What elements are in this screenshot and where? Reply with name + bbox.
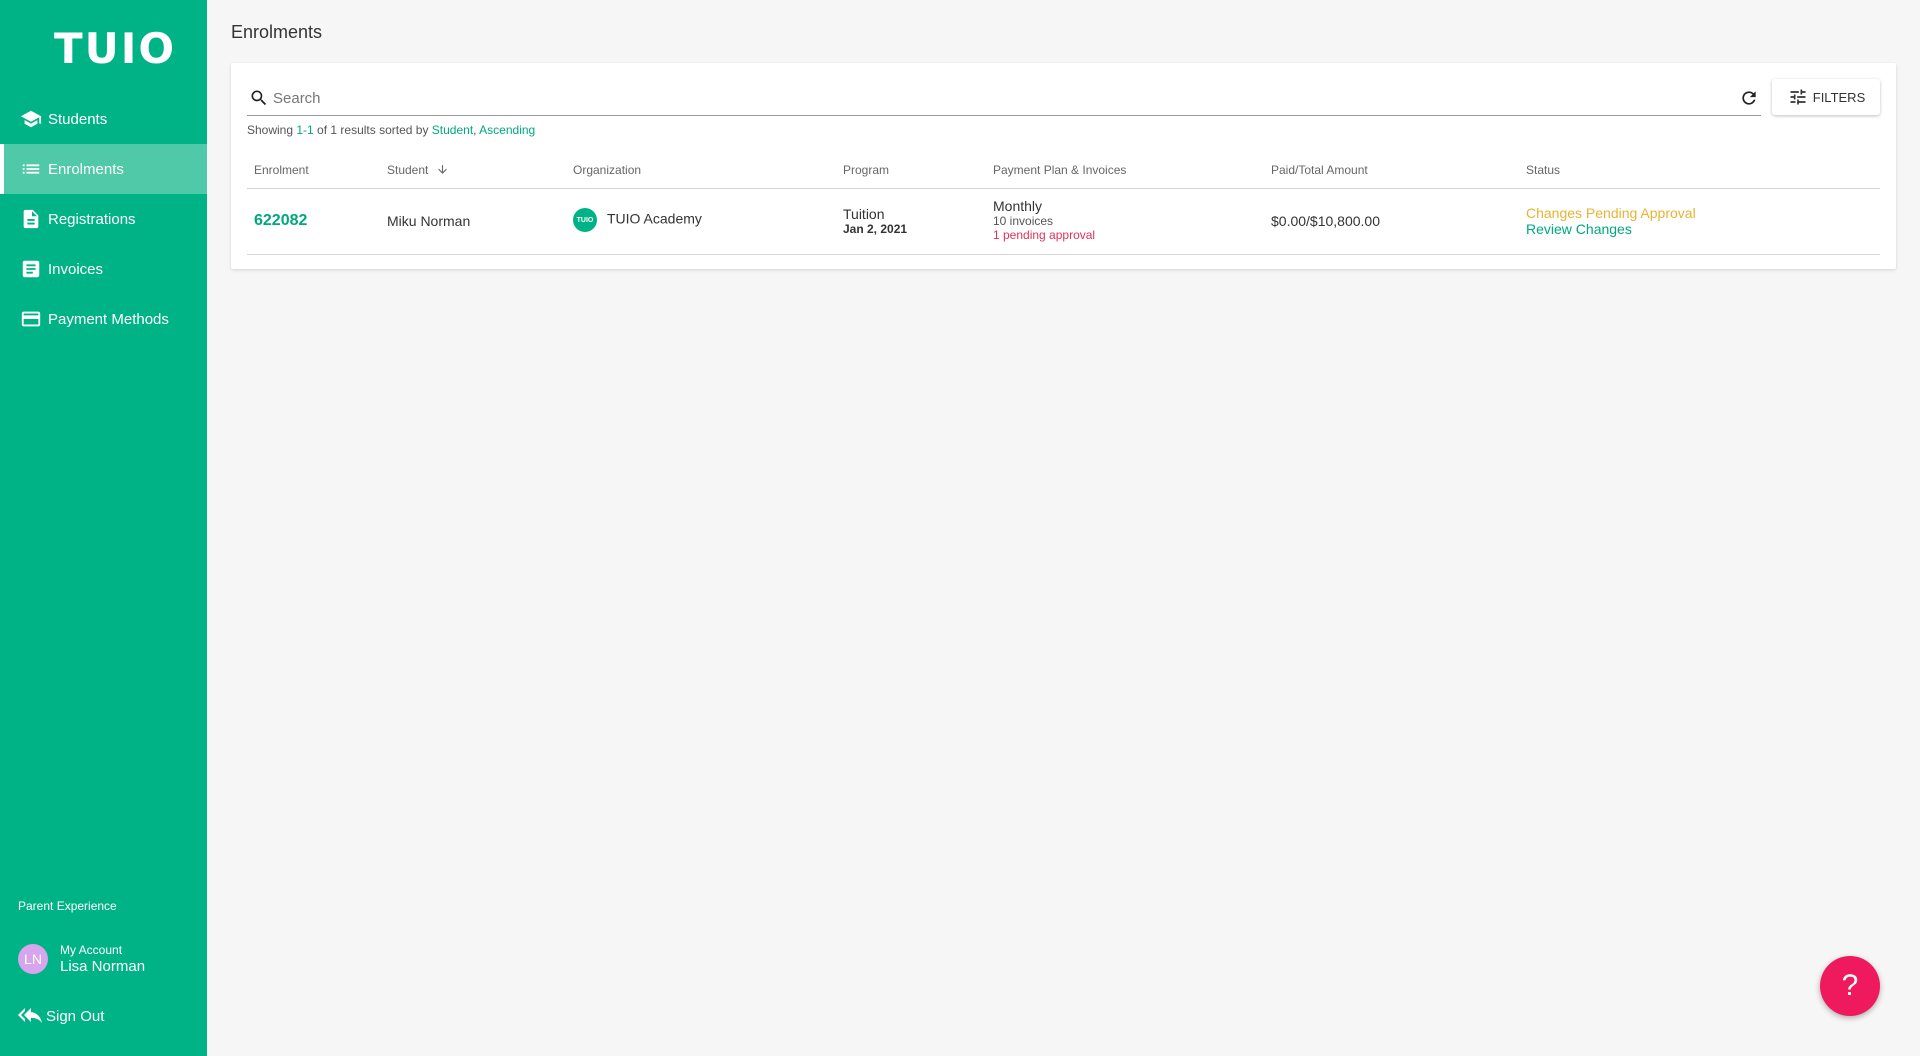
reply-all-icon <box>18 1008 42 1023</box>
sidebar-item-students[interactable]: Students <box>0 94 207 144</box>
program-date: Jan 2, 2021 <box>843 222 908 236</box>
tune-icon <box>1790 89 1806 105</box>
header-organization[interactable]: Organization <box>573 163 641 177</box>
invoice-icon <box>22 260 40 278</box>
my-account[interactable]: LN My Account Lisa Norman <box>18 942 145 976</box>
plan-name: Monthly <box>993 198 1043 214</box>
pending-approval: 1 pending approval <box>993 228 1096 242</box>
table-row[interactable]: 622082 Miku Norman TUIO TUIO Academy Tuit… <box>247 189 1880 255</box>
sidebar-item-enrolments[interactable]: Enrolments <box>0 144 207 194</box>
arrow-down-icon <box>437 165 447 174</box>
header-student[interactable]: Student <box>387 163 449 177</box>
sign-out-label: Sign Out <box>46 1007 105 1025</box>
sidebar-item-label: Invoices <box>48 260 104 278</box>
summary-range: 1-1 <box>296 123 314 137</box>
refresh-icon[interactable] <box>1739 88 1759 108</box>
sign-out-button[interactable]: Sign Out <box>18 1006 104 1026</box>
search-icon <box>251 90 267 106</box>
summary-sort-field[interactable]: Student <box>432 123 473 137</box>
program-name: Tuition <box>843 206 885 222</box>
review-changes-link[interactable]: Review Changes <box>1526 221 1696 237</box>
status-cell: Changes Pending Approval Review Changes <box>1526 205 1696 237</box>
filters-button[interactable]: FILTERS <box>1772 79 1880 115</box>
sidebar-item-label: Payment Methods <box>48 310 169 328</box>
list-icon <box>22 164 40 174</box>
summary-sort-order[interactable]: Ascending <box>479 123 535 137</box>
sidebar-item-payment-methods[interactable]: Payment Methods <box>0 294 207 344</box>
sidebar: TUIO Students Enrolments Registrations I… <box>0 0 207 1056</box>
payment-plan-cell: Monthly 10 invoices 1 pending approval <box>993 198 1095 242</box>
organization-cell: TUIO TUIO Academy <box>573 208 702 232</box>
sidebar-item-registrations[interactable]: Registrations <box>0 194 207 244</box>
search-input[interactable] <box>271 88 1737 108</box>
summary-prefix: Showing <box>247 123 297 137</box>
help-button[interactable]: ? <box>1820 956 1880 1016</box>
program-cell: Tuition Jan 2, 2021 <box>843 206 907 236</box>
search-bar <box>247 81 1761 116</box>
enrolment-id-link[interactable]: 622082 <box>254 212 307 230</box>
graduation-cap-icon <box>20 110 42 128</box>
header-status[interactable]: Status <box>1526 163 1560 177</box>
status-badge: Changes Pending Approval <box>1526 205 1696 221</box>
account-label: My Account <box>60 943 123 957</box>
filters-label: FILTERS <box>1812 89 1866 105</box>
organization-logo: TUIO <box>573 208 597 232</box>
summary-middle: of 1 results sorted by <box>313 123 432 137</box>
header-paid-total[interactable]: Paid/Total Amount <box>1271 163 1368 177</box>
sidebar-nav: Students Enrolments Registrations Invoic… <box>0 94 207 344</box>
sidebar-item-label: Enrolments <box>48 160 124 178</box>
avatar: LN <box>18 944 48 974</box>
results-summary: Showing 1-1 of 1 results sorted by Stude… <box>247 123 535 137</box>
invoice-count: 10 invoices <box>993 214 1054 228</box>
header-program[interactable]: Program <box>843 163 889 177</box>
tuio-logo[interactable]: TUIO <box>54 24 176 73</box>
header-payment-plan[interactable]: Payment Plan & Invoices <box>993 163 1126 177</box>
parent-experience-label: Parent Experience <box>18 899 117 913</box>
table-header: Enrolment Student Organization Program P… <box>247 151 1880 189</box>
header-student-label: Student <box>387 163 429 177</box>
sidebar-item-label: Students <box>48 110 108 128</box>
paid-total-amount: $0.00/$10,800.00 <box>1271 213 1380 229</box>
page-title: Enrolments <box>231 22 323 42</box>
enrolments-card: FILTERS Showing 1-1 of 1 results sorted … <box>231 63 1896 269</box>
student-name: Miku Norman <box>387 213 471 229</box>
document-icon <box>23 209 39 229</box>
sidebar-item-invoices[interactable]: Invoices <box>0 244 207 294</box>
sidebar-item-label: Registrations <box>48 210 136 228</box>
header-enrolment[interactable]: Enrolment <box>254 163 309 177</box>
organization-name: TUIO Academy <box>607 210 702 227</box>
credit-card-icon <box>21 311 41 327</box>
account-name: Lisa Norman <box>60 958 146 975</box>
